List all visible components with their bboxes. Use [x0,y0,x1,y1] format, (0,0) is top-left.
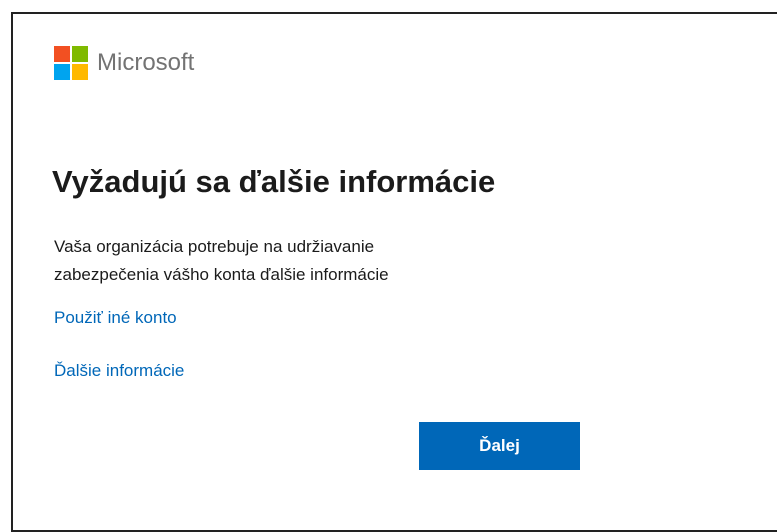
more-info-link[interactable]: Ďalšie informácie [54,361,184,381]
description: Vaša organizácia potrebuje na udržiavani… [54,233,534,289]
description-line-1: Vaša organizácia potrebuje na udržiavani… [54,237,375,256]
page-title: Vyžadujú sa ďalšie informácie [52,164,496,199]
logo-square-green [72,46,88,62]
logo-square-red [54,46,70,62]
sign-in-dialog: Microsoft Vyžadujú sa ďalšie informácie … [11,12,777,532]
logo-square-yellow [72,64,88,80]
microsoft-logo-icon [54,46,88,80]
microsoft-logo: Microsoft [54,46,194,80]
brand-name: Microsoft [97,49,195,76]
logo-square-blue [54,64,70,80]
next-button[interactable]: Ďalej [419,422,580,470]
use-other-account-link[interactable]: Použiť iné konto [54,308,177,328]
description-line-2: zabezpečenia vášho konta ďalšie informác… [54,265,389,284]
